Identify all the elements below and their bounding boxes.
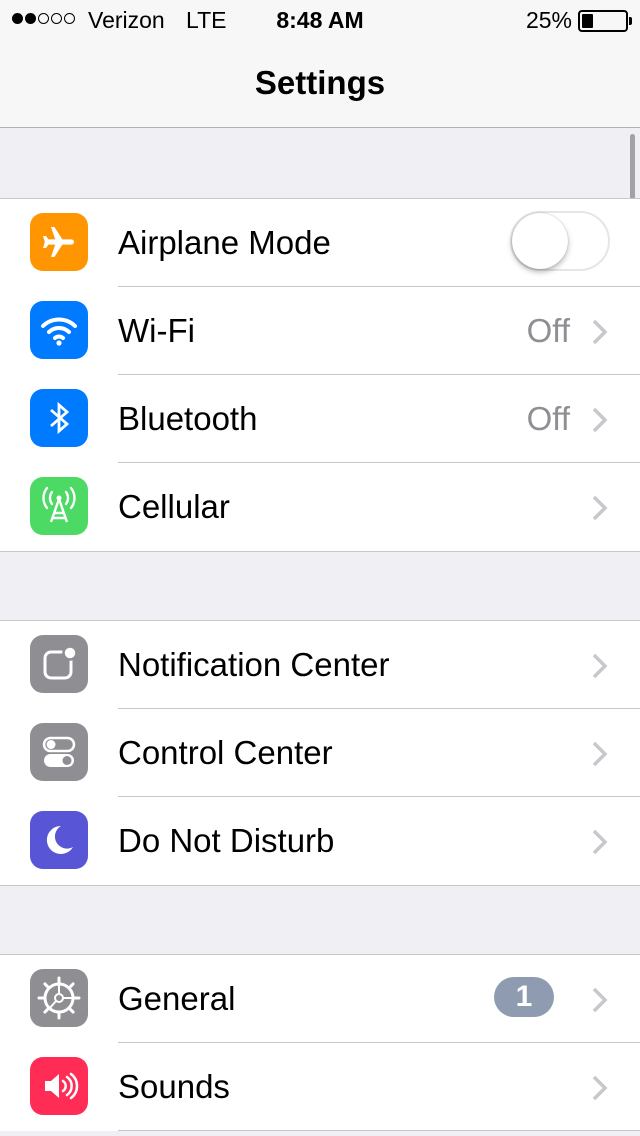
settings-row-do-not-disturb[interactable]: Do Not Disturb: [0, 797, 640, 885]
settings-screen: Verizon LTE 8:48 AM 25% Settings Airplan…: [0, 0, 640, 1136]
bluetooth-icon: [30, 389, 88, 447]
settings-row-bluetooth[interactable]: Bluetooth Off: [0, 375, 640, 463]
battery-icon: [578, 10, 632, 32]
cellular-icon: [30, 477, 88, 535]
row-label: Control Center: [118, 734, 333, 771]
row-label: Airplane Mode: [118, 224, 331, 261]
row-label: Do Not Disturb: [118, 822, 335, 859]
toggle-knob: [512, 213, 568, 269]
row-label: Sounds: [118, 1068, 230, 1105]
row-label: Cellular: [118, 488, 230, 525]
row-label: Bluetooth: [118, 400, 258, 437]
gear-icon: [30, 969, 88, 1027]
chevron-right-icon: [592, 829, 608, 855]
wifi-icon: [30, 301, 88, 359]
speaker-icon: [30, 1057, 88, 1115]
control-center-icon: [30, 723, 88, 781]
chevron-right-icon: [592, 1075, 608, 1101]
page-title: Settings: [254, 64, 386, 101]
chevron-right-icon: [592, 495, 608, 521]
settings-row-notification-center[interactable]: Notification Center: [0, 621, 640, 709]
row-separator: [118, 1130, 640, 1131]
settings-row-wifi[interactable]: Wi-Fi Off: [0, 287, 640, 375]
moon-icon: [30, 811, 88, 869]
airplane-icon: [30, 213, 88, 271]
chevron-right-icon: [592, 987, 608, 1013]
chevron-right-icon: [592, 319, 608, 345]
chevron-right-icon: [592, 407, 608, 433]
settings-row-sounds[interactable]: Sounds: [0, 1043, 640, 1131]
row-value: Off: [526, 312, 570, 349]
settings-row-airplane-mode: Airplane Mode: [0, 199, 640, 287]
notification-center-icon: [30, 635, 88, 693]
settings-group-centers: Notification Center Control Center Do No…: [0, 620, 640, 886]
chevron-right-icon: [592, 741, 608, 767]
settings-group-connectivity: Airplane Mode Wi-Fi Off Bluetooth Off Ce…: [0, 198, 640, 552]
settings-row-cellular[interactable]: Cellular: [0, 463, 640, 551]
row-label: General: [118, 980, 236, 1017]
row-label: Wi-Fi: [118, 312, 195, 349]
battery-percent: 25%: [525, 7, 572, 33]
settings-group-system: General 1 Sounds: [0, 954, 640, 1131]
navigation-bar: Settings: [0, 40, 640, 128]
battery-fill: [582, 14, 593, 28]
update-badge: 1: [494, 977, 554, 1017]
row-label: Notification Center: [118, 646, 390, 683]
settings-row-control-center[interactable]: Control Center: [0, 709, 640, 797]
row-value: Off: [526, 400, 570, 437]
status-bar: Verizon LTE 8:48 AM 25%: [0, 0, 640, 40]
airplane-mode-toggle[interactable]: [510, 211, 610, 271]
settings-row-general[interactable]: General 1: [0, 955, 640, 1043]
chevron-right-icon: [592, 653, 608, 679]
